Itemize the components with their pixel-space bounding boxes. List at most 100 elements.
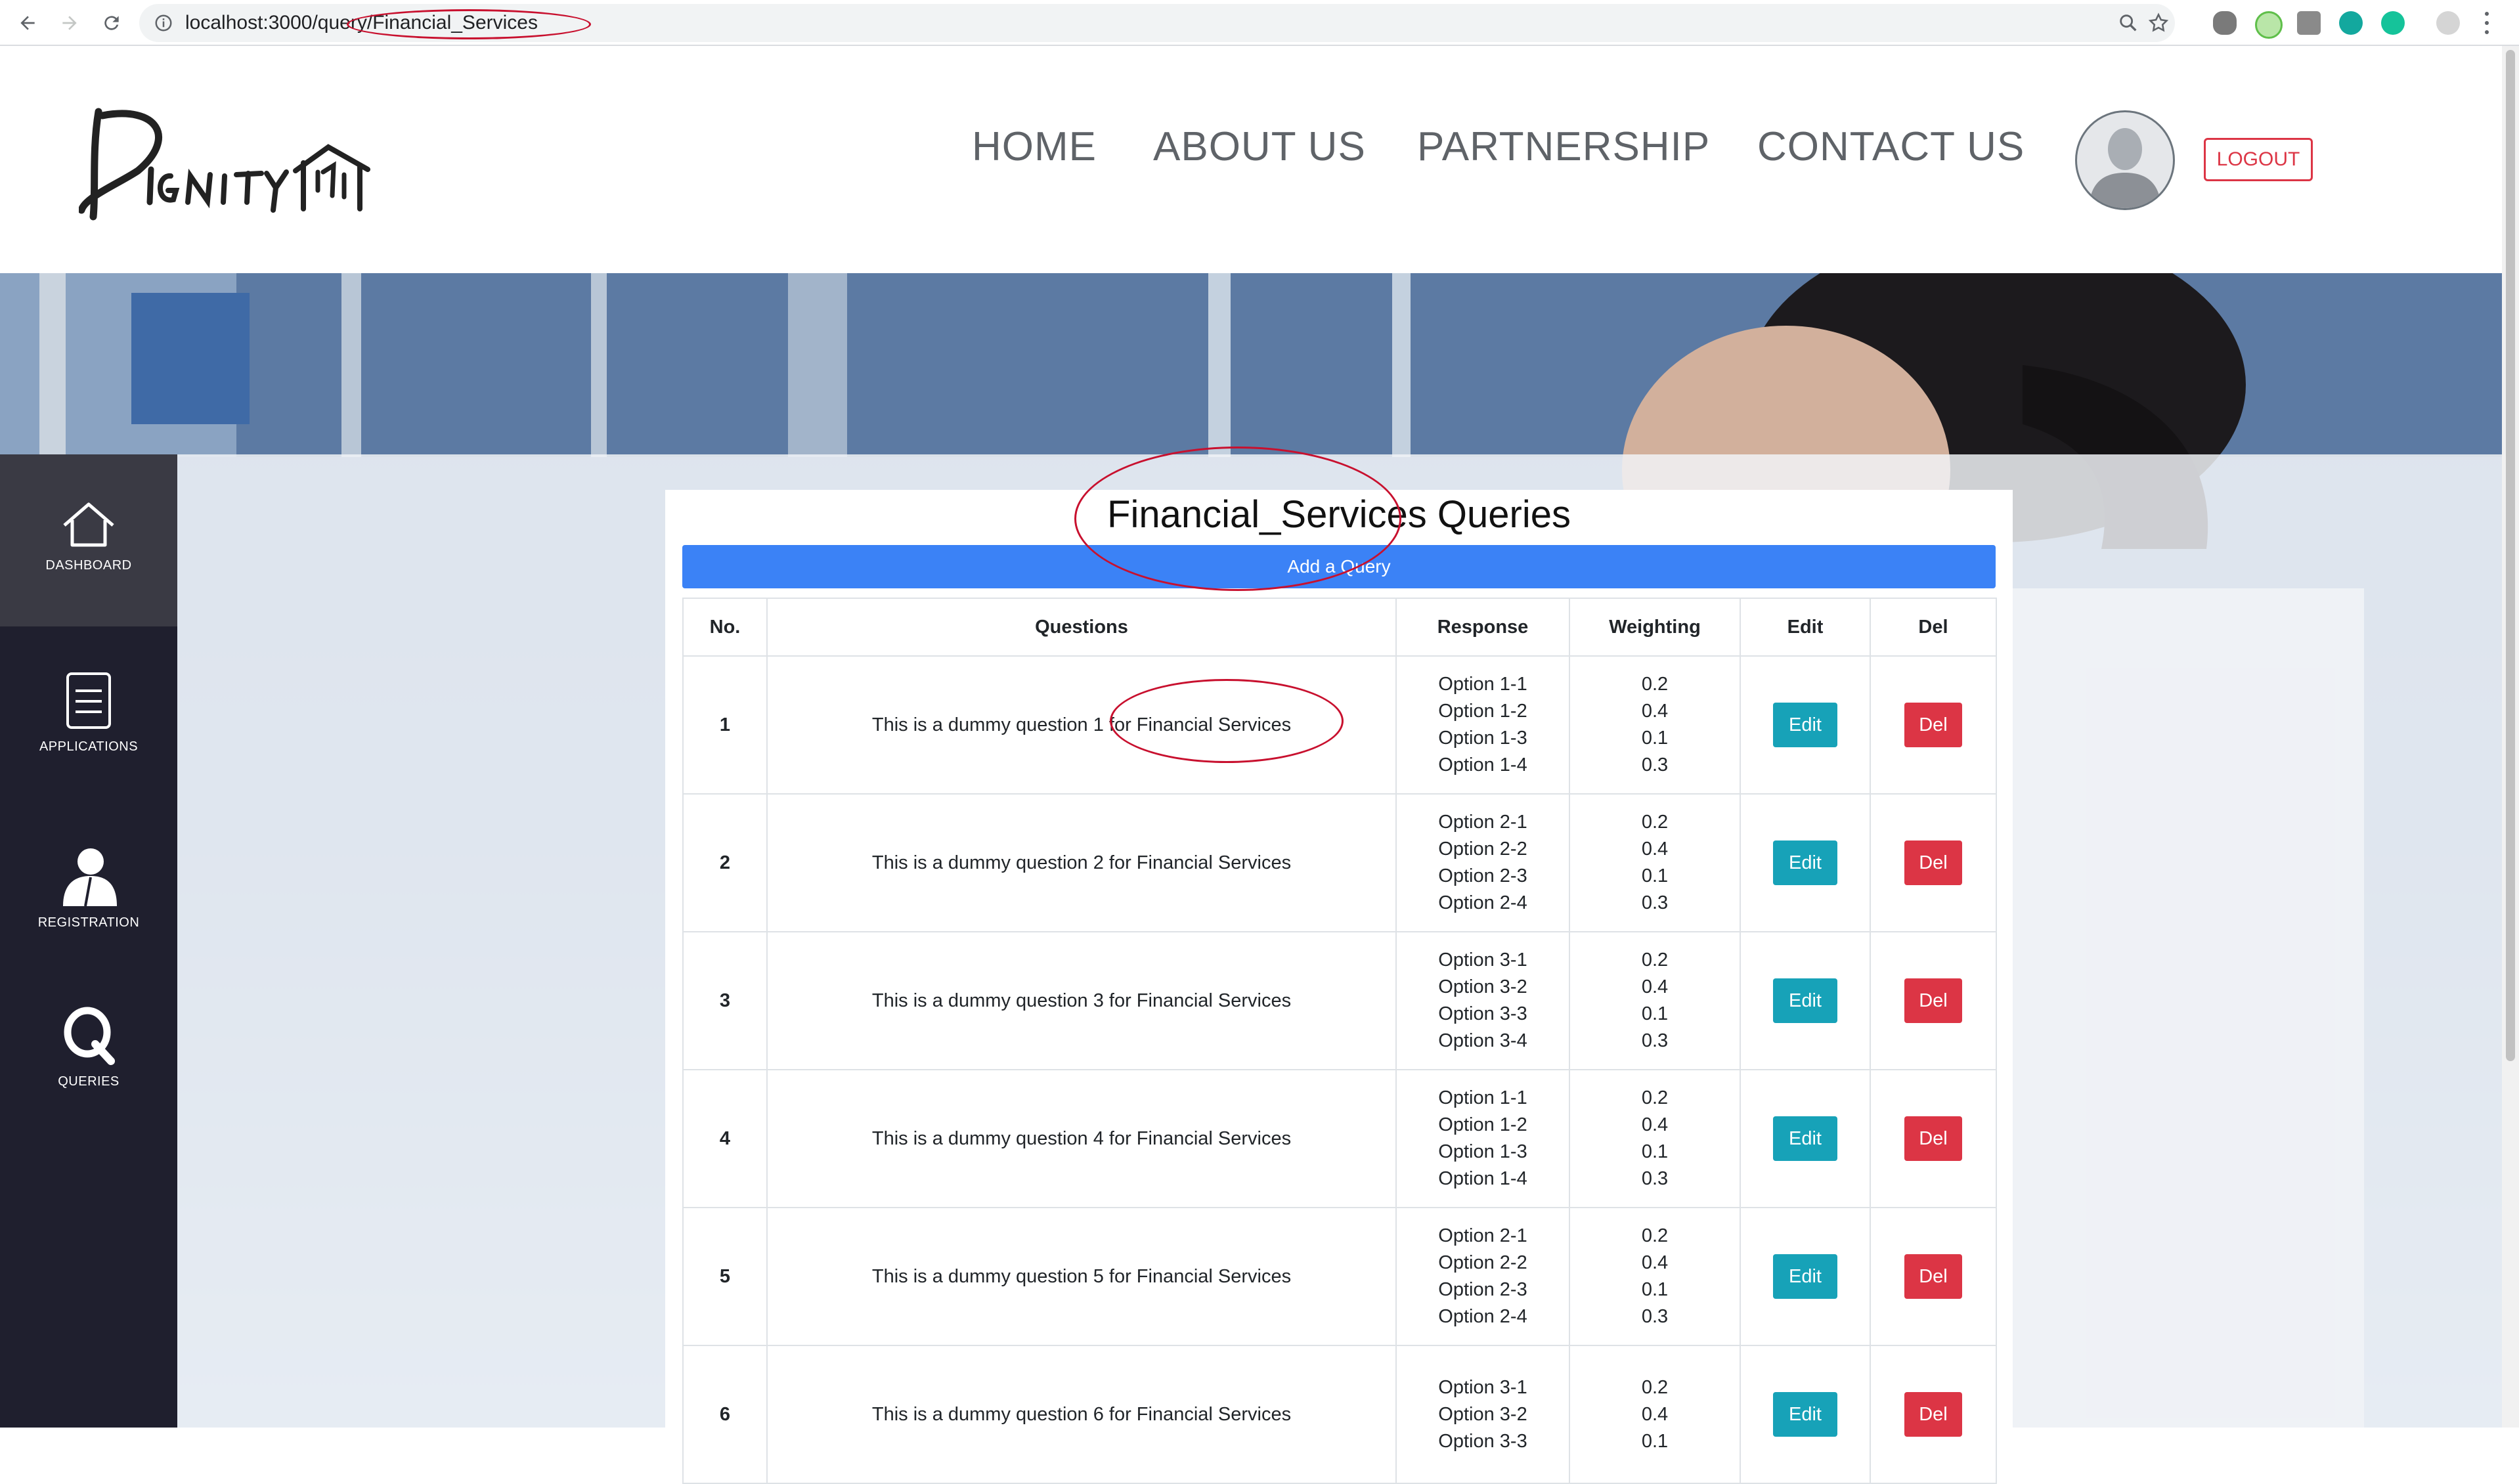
edit-button[interactable]: Edit bbox=[1773, 703, 1837, 747]
row-number: 3 bbox=[682, 931, 768, 1070]
sidebar-item-dashboard[interactable]: DASHBOARD bbox=[0, 454, 177, 626]
delete-button[interactable]: Del bbox=[1904, 1254, 1962, 1299]
weight-value: 0.2 bbox=[1641, 1376, 1669, 1398]
weight-value: 0.2 bbox=[1641, 812, 1669, 833]
table-row: 2 This is a dummy question 2 for Financi… bbox=[682, 793, 1997, 932]
response-options: Option 3-1 Option 3-2 Option 3-3 bbox=[1395, 1345, 1570, 1484]
table-row: 1 This is a dummy question 1 for Financi… bbox=[682, 655, 1997, 795]
extension-circle-icon[interactable] bbox=[2255, 11, 2283, 39]
response-option: Option 3-3 bbox=[1438, 1003, 1527, 1024]
weight-value: 0.1 bbox=[1641, 728, 1669, 749]
del-cell: Del bbox=[1870, 1207, 1997, 1346]
weight-value: 0.1 bbox=[1641, 1430, 1669, 1452]
zoom-icon[interactable] bbox=[2117, 12, 2139, 34]
question-text: This is a dummy question 2 for Financial… bbox=[766, 793, 1397, 932]
nav-contact-us[interactable]: CONTACT US bbox=[1757, 123, 2025, 170]
browser-toolbar: localhost:3000/query/Financial_Services bbox=[0, 0, 2519, 46]
add-query-button[interactable]: Add a Query bbox=[682, 545, 1996, 588]
home-icon bbox=[63, 502, 114, 547]
response-options: Option 3-1 Option 3-2 Option 3-3 Option … bbox=[1395, 931, 1570, 1070]
delete-button[interactable]: Del bbox=[1904, 1116, 1962, 1161]
weightings: 0.2 0.4 0.1 0.3 bbox=[1569, 655, 1741, 795]
forward-arrow-icon[interactable] bbox=[53, 6, 87, 40]
weight-value: 0.4 bbox=[1641, 701, 1669, 722]
row-number: 1 bbox=[682, 655, 768, 795]
queries-table: No. Questions Response Weighting Edit De… bbox=[682, 598, 1997, 1484]
delete-button[interactable]: Del bbox=[1904, 978, 1962, 1023]
weightings: 0.2 0.4 0.1 0.3 bbox=[1569, 1069, 1741, 1208]
question-text: This is a dummy question 5 for Financial… bbox=[766, 1207, 1397, 1346]
response-option: Option 1-1 bbox=[1438, 674, 1527, 695]
weight-value: 0.3 bbox=[1641, 892, 1669, 913]
site-header: HOME ABOUT US PARTNERSHIP CONTACT US LOG… bbox=[0, 46, 2502, 273]
edit-cell: Edit bbox=[1740, 931, 1871, 1070]
avatar[interactable] bbox=[2075, 110, 2175, 210]
sidebar-item-registration[interactable]: REGISTRATION bbox=[0, 798, 177, 971]
response-options: Option 1-1 Option 1-2 Option 1-3 Option … bbox=[1395, 1069, 1570, 1208]
weight-value: 0.4 bbox=[1641, 1403, 1669, 1425]
nav-about-us[interactable]: ABOUT US bbox=[1153, 123, 1366, 170]
delete-button[interactable]: Del bbox=[1904, 1392, 1962, 1437]
column-header-del: Del bbox=[1870, 598, 1997, 657]
weight-value: 0.2 bbox=[1641, 1225, 1669, 1246]
edit-button[interactable]: Edit bbox=[1773, 1392, 1837, 1437]
sidebar-item-applications[interactable]: APPLICATIONS bbox=[0, 626, 177, 798]
weight-value: 0.1 bbox=[1641, 1141, 1669, 1162]
table-row: 4 This is a dummy question 4 for Financi… bbox=[682, 1069, 1997, 1208]
response-option: Option 2-3 bbox=[1438, 865, 1527, 886]
response-options: Option 2-1 Option 2-2 Option 2-3 Option … bbox=[1395, 793, 1570, 932]
profile-icon[interactable] bbox=[2436, 11, 2460, 35]
edit-button[interactable]: Edit bbox=[1773, 1254, 1837, 1299]
q-icon bbox=[64, 1007, 115, 1065]
row-number: 2 bbox=[682, 793, 768, 932]
delete-button[interactable]: Del bbox=[1904, 703, 1962, 747]
logout-button[interactable]: LOGOUT bbox=[2204, 138, 2313, 181]
weight-value: 0.1 bbox=[1641, 1003, 1669, 1024]
weight-value: 0.4 bbox=[1641, 976, 1669, 997]
del-cell: Del bbox=[1870, 793, 1997, 932]
grammarly-icon[interactable] bbox=[2381, 11, 2405, 35]
edit-button[interactable]: Edit bbox=[1773, 840, 1837, 885]
page-scrollbar[interactable] bbox=[2502, 46, 2519, 1428]
queries-card: Financial_Services Queries Add a Query N… bbox=[665, 490, 2013, 1484]
response-option: Option 1-2 bbox=[1438, 1114, 1527, 1135]
weightings: 0.2 0.4 0.1 bbox=[1569, 1345, 1741, 1484]
weight-value: 0.2 bbox=[1641, 674, 1669, 695]
dignity-logo[interactable] bbox=[77, 92, 394, 243]
back-arrow-icon[interactable] bbox=[11, 6, 45, 40]
response-option: Option 1-2 bbox=[1438, 701, 1527, 722]
weight-value: 0.1 bbox=[1641, 1279, 1669, 1300]
edit-cell: Edit bbox=[1740, 793, 1871, 932]
info-icon[interactable] bbox=[154, 13, 173, 33]
reload-icon[interactable] bbox=[95, 6, 129, 40]
menu-kebab-icon[interactable] bbox=[2485, 12, 2489, 34]
row-number: 4 bbox=[682, 1069, 768, 1208]
scrollbar-thumb[interactable] bbox=[2506, 50, 2515, 1061]
edit-button[interactable]: Edit bbox=[1773, 978, 1837, 1023]
sidebar-item-label: APPLICATIONS bbox=[39, 739, 139, 754]
extension-window-icon[interactable] bbox=[2297, 11, 2321, 35]
address-bar[interactable]: localhost:3000/query/Financial_Services bbox=[139, 4, 2175, 42]
delete-button[interactable]: Del bbox=[1904, 840, 1962, 885]
nav-partnership[interactable]: PARTNERSHIP bbox=[1417, 123, 1710, 170]
url-text[interactable]: localhost:3000/query/Financial_Services bbox=[185, 12, 538, 34]
sidebar-item-queries[interactable]: QUERIES bbox=[0, 971, 177, 1143]
edit-cell: Edit bbox=[1740, 1207, 1871, 1346]
nav-home[interactable]: HOME bbox=[972, 123, 1097, 170]
extension-bug-icon[interactable] bbox=[2213, 11, 2237, 35]
edit-button[interactable]: Edit bbox=[1773, 1116, 1837, 1161]
bookmark-star-icon[interactable] bbox=[2147, 12, 2170, 34]
column-header-no: No. bbox=[682, 598, 768, 657]
column-header-questions: Questions bbox=[766, 598, 1397, 657]
column-header-response: Response bbox=[1395, 598, 1570, 657]
edit-cell: Edit bbox=[1740, 1069, 1871, 1208]
weight-value: 0.3 bbox=[1641, 1168, 1669, 1189]
edit-cell: Edit bbox=[1740, 655, 1871, 795]
extension-teal-icon[interactable] bbox=[2339, 11, 2363, 35]
weight-value: 0.4 bbox=[1641, 1252, 1669, 1273]
weight-value: 0.1 bbox=[1641, 865, 1669, 886]
user-silhouette-icon bbox=[2089, 128, 2161, 208]
document-icon bbox=[66, 672, 111, 729]
del-cell: Del bbox=[1870, 655, 1997, 795]
response-option: Option 2-2 bbox=[1438, 839, 1527, 860]
